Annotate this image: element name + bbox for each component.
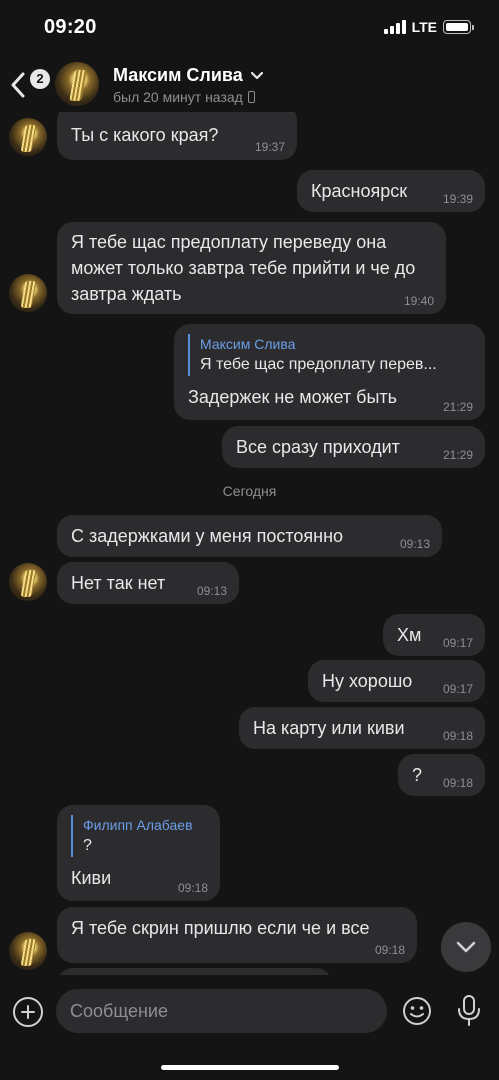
sender-avatar[interactable] [9, 932, 47, 970]
message-time: 09:17 [442, 682, 473, 696]
message-bubble[interactable]: Филипп Алабаев ? Киви 09:18 [57, 805, 220, 901]
contact-status: был 20 минут назад [113, 89, 255, 105]
reply-text: Я тебе щас предоплату перев... [200, 356, 437, 373]
message-text: Задержек не может быть [188, 387, 398, 407]
message-bubble[interactable]: ? 09:18 [398, 754, 485, 796]
message-time: 21:29 [442, 448, 473, 462]
reply-quote[interactable]: Максим Слива Я тебе щас предоплату перев… [188, 334, 471, 376]
message-bubble[interactable]: Максим Слива Я тебе щас предоплату перев… [174, 324, 485, 420]
message-bubble[interactable]: Ты с какого края? 19:37 [57, 104, 297, 160]
message-text: С задержками у меня постоянно [71, 526, 344, 546]
message-bubble[interactable]: Я тебе щас предоплату переведу она может… [57, 222, 446, 314]
sender-avatar[interactable] [9, 563, 47, 601]
message-time: 21:29 [442, 400, 473, 414]
message-bubble[interactable]: Я тебе скрин пришлю если че и все 09:18 [57, 907, 417, 963]
smiley-icon[interactable] [402, 996, 432, 1026]
microphone-icon[interactable] [455, 994, 483, 1028]
chat-header: 2 Максим Слива был 20 минут назад [0, 56, 499, 112]
attach-button[interactable] [13, 997, 43, 1027]
plus-circle-icon [21, 1005, 35, 1019]
sender-avatar[interactable] [9, 118, 47, 156]
message-bubble[interactable]: На карту или киви 09:18 [239, 707, 485, 749]
message-list[interactable]: Ты с какого края? 19:37 Красноярск 19:39… [0, 0, 499, 975]
message-time: 19:40 [403, 294, 434, 308]
last-seen-text: был 20 минут назад [113, 89, 243, 105]
message-time: 09:18 [442, 776, 473, 790]
contact-name-button[interactable]: Максим Слива [113, 65, 263, 86]
scroll-to-bottom-button[interactable] [441, 922, 491, 972]
chevron-down-icon [250, 71, 263, 79]
phone-icon [247, 91, 255, 103]
unread-badge: 2 [30, 69, 50, 89]
reply-author: Филипп Алабаев [83, 817, 193, 833]
message-bubble[interactable]: Ну хорошо 09:17 [308, 660, 485, 702]
message-text: Я тебе щас предоплату переведу она может… [71, 232, 416, 304]
message-text: Все сразу приходит [236, 437, 400, 457]
reply-author: Максим Слива [200, 336, 296, 352]
message-time: 09:18 [374, 943, 405, 957]
message-composer [0, 975, 499, 1080]
contact-avatar[interactable] [55, 62, 99, 106]
message-input[interactable] [56, 989, 387, 1033]
reply-text: ? [83, 837, 92, 854]
message-bubble[interactable]: Хм 09:17 [383, 614, 485, 656]
message-text: Я тебе скрин пришлю если че и все [71, 918, 370, 938]
back-button[interactable]: 2 [10, 64, 50, 104]
message-time: 19:39 [442, 192, 473, 206]
chevron-left-icon [11, 72, 25, 98]
message-bubble[interactable]: Нет так нет 09:13 [57, 562, 239, 604]
message-bubble-partial[interactable] [57, 968, 332, 975]
message-bubble[interactable]: С задержками у меня постоянно 09:13 [57, 515, 442, 557]
message-bubble[interactable]: Все сразу приходит 21:29 [222, 426, 485, 468]
date-separator: Сегодня [222, 483, 277, 499]
home-indicator [161, 1065, 339, 1070]
message-text: На карту или киви [253, 718, 405, 738]
message-time: 09:17 [442, 636, 473, 650]
sender-avatar[interactable] [9, 274, 47, 312]
reply-quote[interactable]: Филипп Алабаев ? [71, 815, 206, 857]
message-text: Ты с какого края? [71, 125, 219, 145]
message-time: 09:13 [196, 584, 227, 598]
message-time: 09:18 [177, 881, 208, 895]
chevron-down-icon [456, 941, 476, 953]
message-time: 19:37 [254, 140, 285, 154]
contact-name: Максим Слива [113, 65, 243, 85]
message-time: 09:18 [442, 729, 473, 743]
message-bubble[interactable]: Красноярск 19:39 [297, 170, 485, 212]
message-time: 09:13 [399, 537, 430, 551]
